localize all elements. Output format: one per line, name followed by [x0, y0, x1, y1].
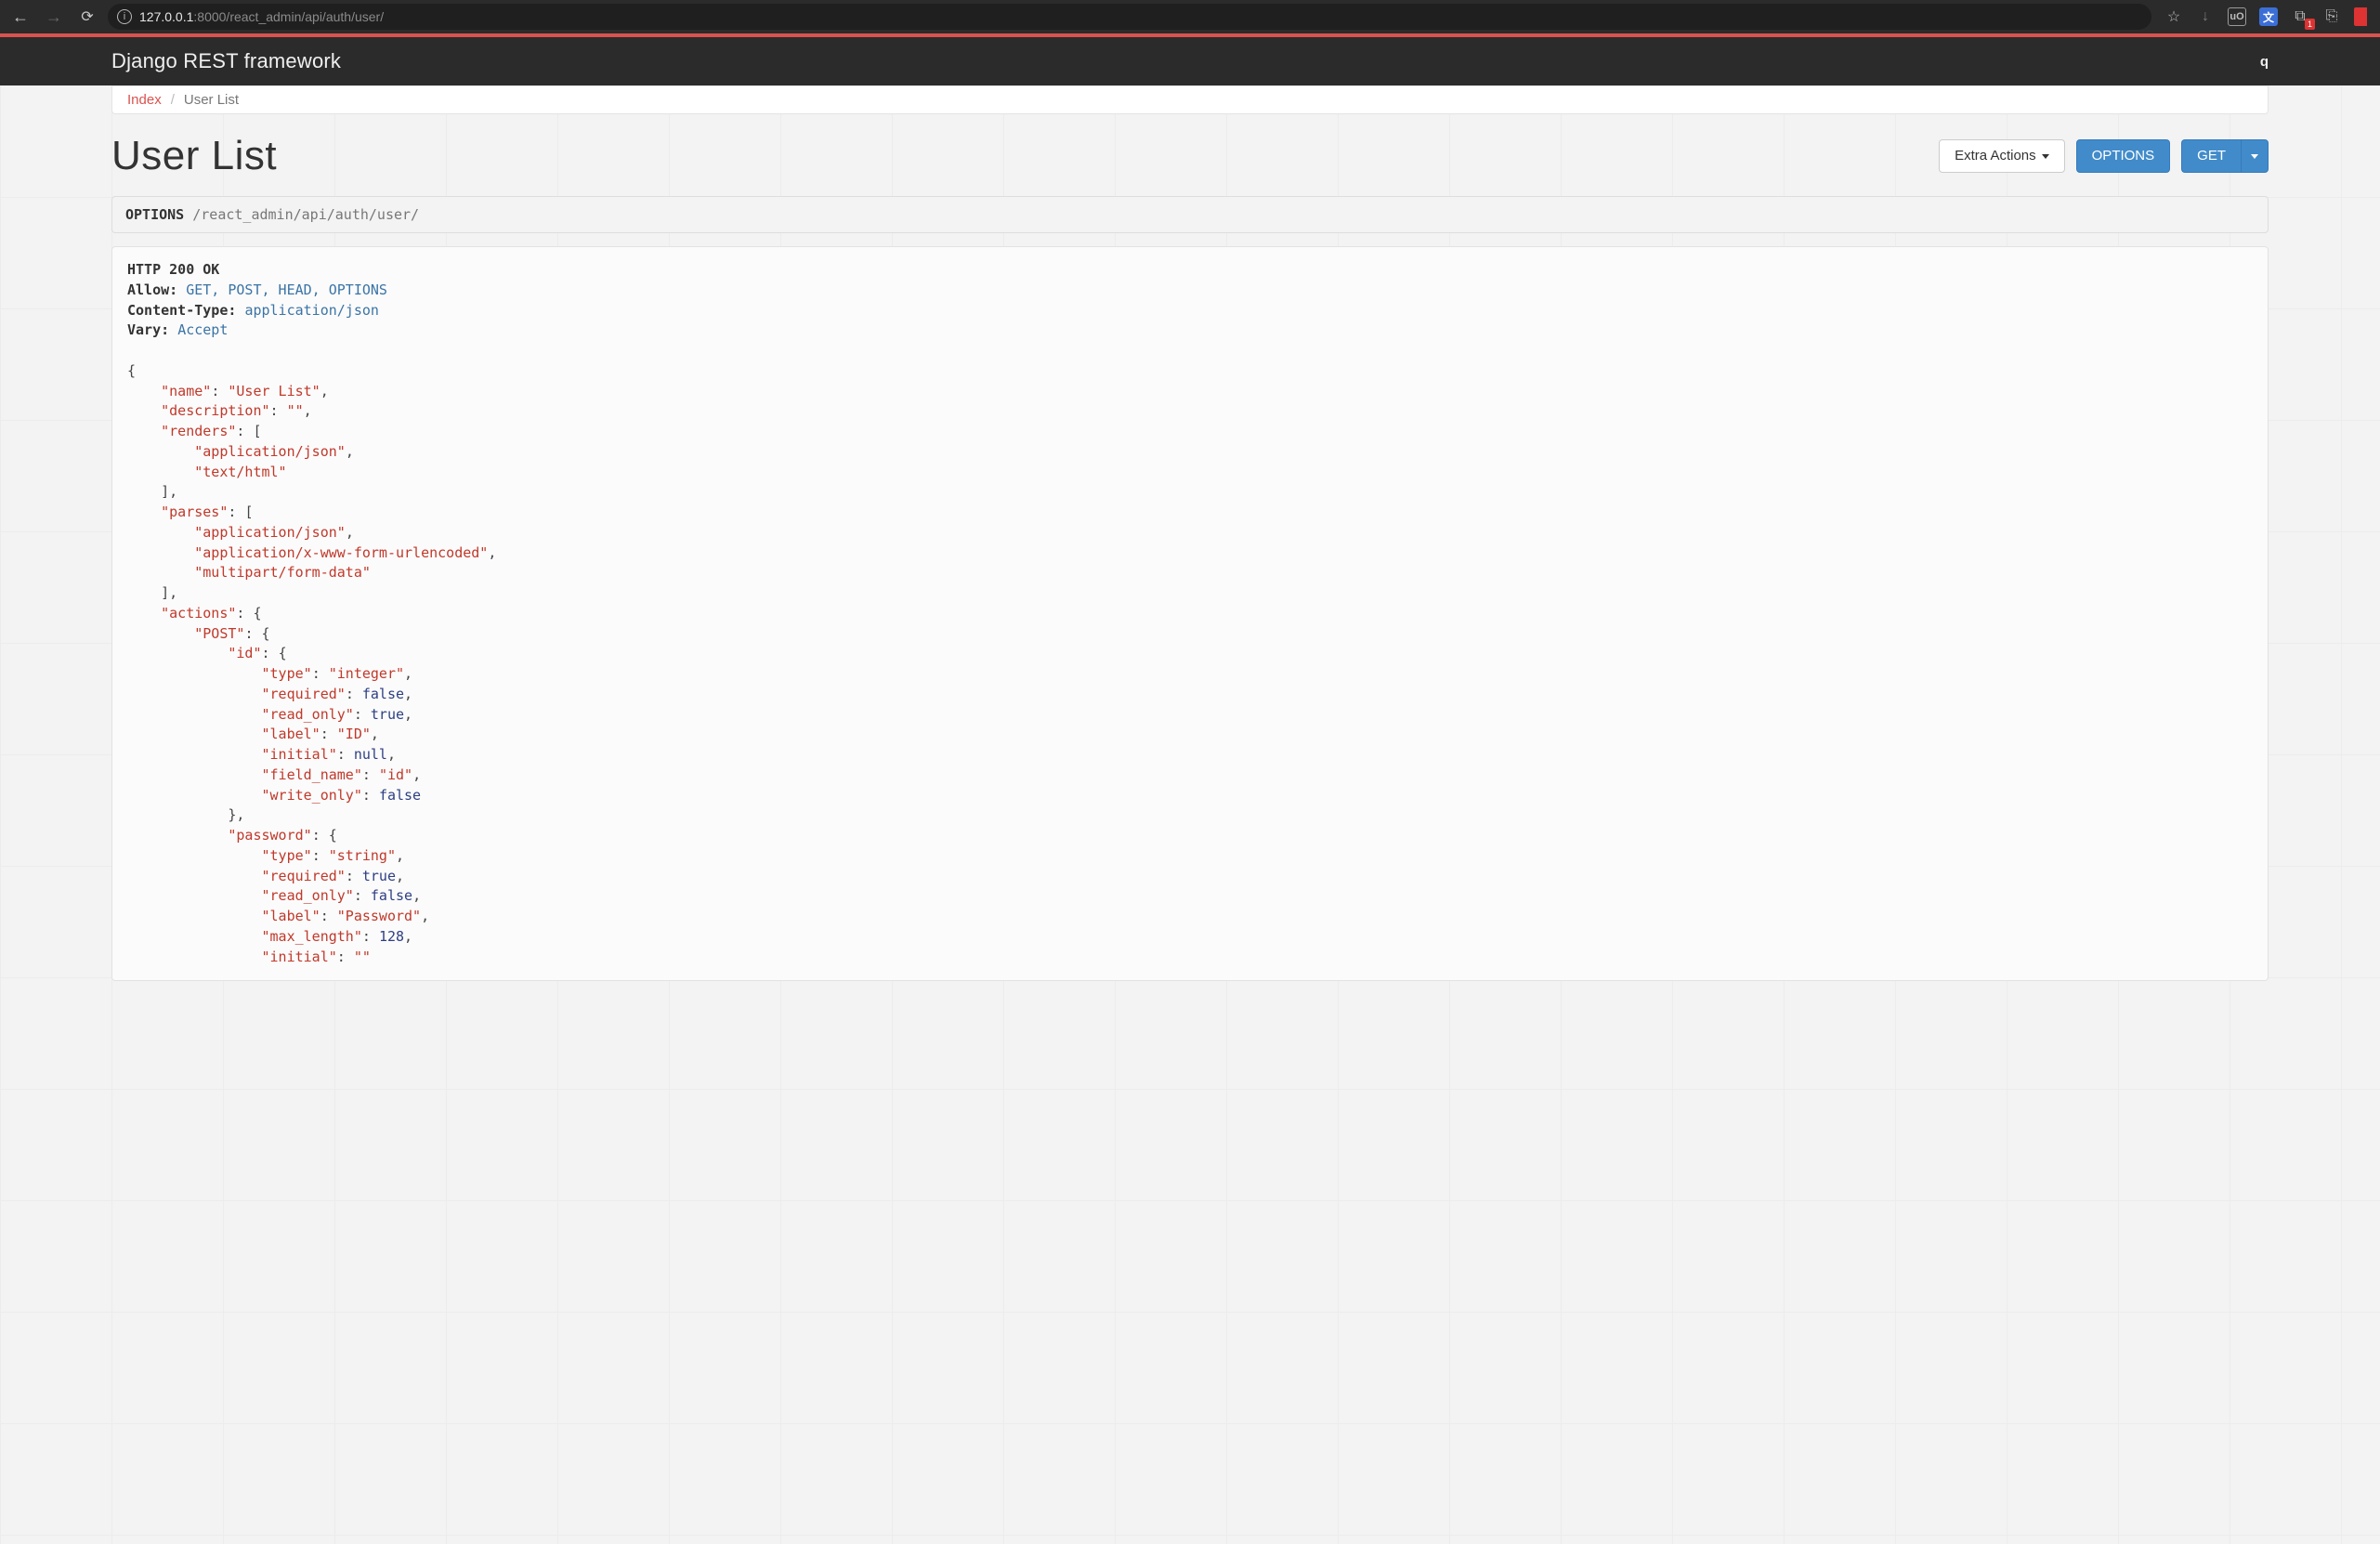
overflow-ext-icon[interactable]	[2354, 7, 2367, 26]
site-info-icon[interactable]: i	[117, 9, 132, 24]
chevron-down-icon	[2042, 154, 2049, 159]
browser-reload-button[interactable]: ⟳	[74, 7, 100, 26]
response-panel: HTTP 200 OK Allow: GET, POST, HEAD, OPTI…	[111, 246, 2269, 981]
browser-toolbar: ← → ⟳ i 127.0.0.1:8000/react_admin/api/a…	[0, 0, 2380, 33]
drf-brand[interactable]: Django REST framework	[111, 49, 341, 73]
extra-actions-label: Extra Actions	[1955, 148, 2036, 164]
translate-icon[interactable]: 文	[2259, 7, 2278, 26]
download-icon[interactable]: ↓	[2196, 7, 2215, 26]
bookmark-star-icon[interactable]: ☆	[2164, 7, 2183, 26]
drf-navbar: Django REST framework q	[0, 37, 2380, 85]
page-body: Index / User List User List Extra Action…	[0, 85, 2380, 1544]
clipboard-icon[interactable]: ⎘	[2322, 7, 2341, 26]
browser-back-button[interactable]: ←	[7, 7, 33, 27]
browser-forward-button[interactable]: →	[41, 7, 67, 27]
browser-right-icons: ☆ ↓ uO 文 ⧉ 1 ⎘	[2159, 7, 2373, 26]
tabs-badge: 1	[2305, 19, 2315, 30]
tabs-overview-icon[interactable]: ⧉ 1	[2291, 7, 2309, 26]
ublock-icon[interactable]: uO	[2228, 7, 2246, 26]
request-path: /react_admin/api/auth/user/	[192, 206, 419, 223]
drf-user-menu[interactable]: q	[2260, 54, 2269, 70]
breadcrumb-index-link[interactable]: Index	[127, 92, 162, 108]
request-method: OPTIONS	[125, 206, 184, 223]
address-bar[interactable]: i 127.0.0.1:8000/react_admin/api/auth/us…	[108, 4, 2151, 30]
breadcrumb-sep: /	[171, 92, 175, 108]
get-dropdown-button[interactable]	[2241, 139, 2269, 173]
page-actions: Extra Actions OPTIONS GET	[1939, 139, 2269, 173]
page-title: User List	[111, 133, 277, 179]
address-url: 127.0.0.1:8000/react_admin/api/auth/user…	[139, 9, 384, 24]
breadcrumb: Index / User List	[111, 85, 2269, 114]
options-button[interactable]: OPTIONS	[2076, 139, 2171, 173]
chevron-down-icon	[2251, 154, 2258, 159]
extra-actions-button[interactable]: Extra Actions	[1939, 139, 2065, 173]
response-text: HTTP 200 OK Allow: GET, POST, HEAD, OPTI…	[127, 260, 2253, 967]
get-button[interactable]: GET	[2181, 139, 2241, 173]
request-line: OPTIONS /react_admin/api/auth/user/	[111, 196, 2269, 233]
get-button-group: GET	[2181, 139, 2269, 173]
breadcrumb-current: User List	[184, 92, 239, 108]
